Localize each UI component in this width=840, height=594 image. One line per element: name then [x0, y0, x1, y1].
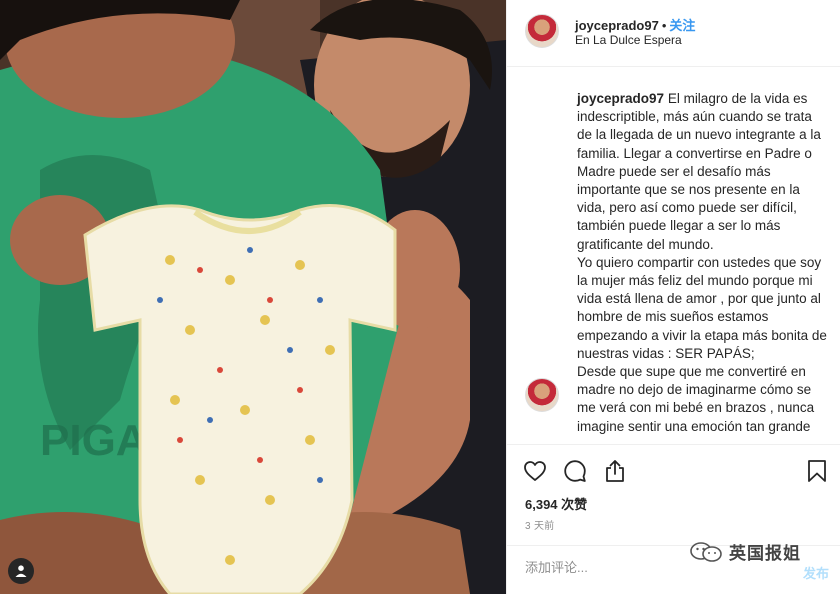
share-icon: [606, 460, 624, 482]
caption-paragraph-1: joyceprado97 El milagro de la vida es in…: [577, 90, 829, 254]
post-side-panel: joyceprado97 • 关注 En La Dulce Espera joyce…: [506, 0, 840, 594]
caption-username[interactable]: joyceprado97: [577, 91, 664, 106]
author-avatar[interactable]: [525, 14, 559, 48]
bookmark-icon: [808, 460, 826, 482]
comment-avatar[interactable]: [525, 378, 559, 412]
post-actions: 6,394 次赞 3 天前 发布 英国报姐: [507, 444, 840, 594]
post-caption: joyceprado97 El milagro de la vida es in…: [577, 90, 829, 436]
header-separator: •: [661, 18, 667, 33]
user-tag-icon: [15, 565, 27, 577]
heart-icon: [524, 461, 546, 481]
speech-bubble-icon: [564, 460, 586, 482]
follow-button[interactable]: 关注: [669, 18, 695, 33]
photo-illustration: PIGA: [0, 0, 506, 594]
like-button[interactable]: [521, 457, 549, 485]
svg-text:PIGA: PIGA: [40, 416, 148, 465]
post-timestamp[interactable]: 3 天前: [525, 517, 555, 532]
post-header: joyceprado97 • 关注 En La Dulce Espera: [507, 0, 840, 67]
save-button[interactable]: [803, 457, 831, 485]
comment-button[interactable]: [561, 457, 589, 485]
share-button[interactable]: [601, 457, 629, 485]
author-username[interactable]: joyceprado97: [575, 18, 659, 33]
post-comment-button[interactable]: 发布: [803, 563, 829, 582]
header-title-line: joyceprado97 • 关注: [575, 15, 695, 34]
caption-text-3: Desde que supe que me convertiré en madr…: [577, 364, 815, 434]
post-location[interactable]: En La Dulce Espera: [575, 33, 682, 47]
post-photo[interactable]: PIGA: [0, 0, 506, 594]
add-comment-row: 发布: [507, 545, 840, 594]
comment-input[interactable]: [525, 560, 725, 575]
like-count[interactable]: 6,394 次赞: [525, 494, 587, 513]
caption-text-2: Yo quiero compartir con ustedes que soy …: [577, 254, 827, 361]
caption-text-1: El milagro de la vida es indescriptible,…: [577, 91, 821, 252]
caption-area[interactable]: joyceprado97 El milagro de la vida es in…: [507, 68, 840, 444]
user-tag-button[interactable]: [8, 558, 34, 584]
